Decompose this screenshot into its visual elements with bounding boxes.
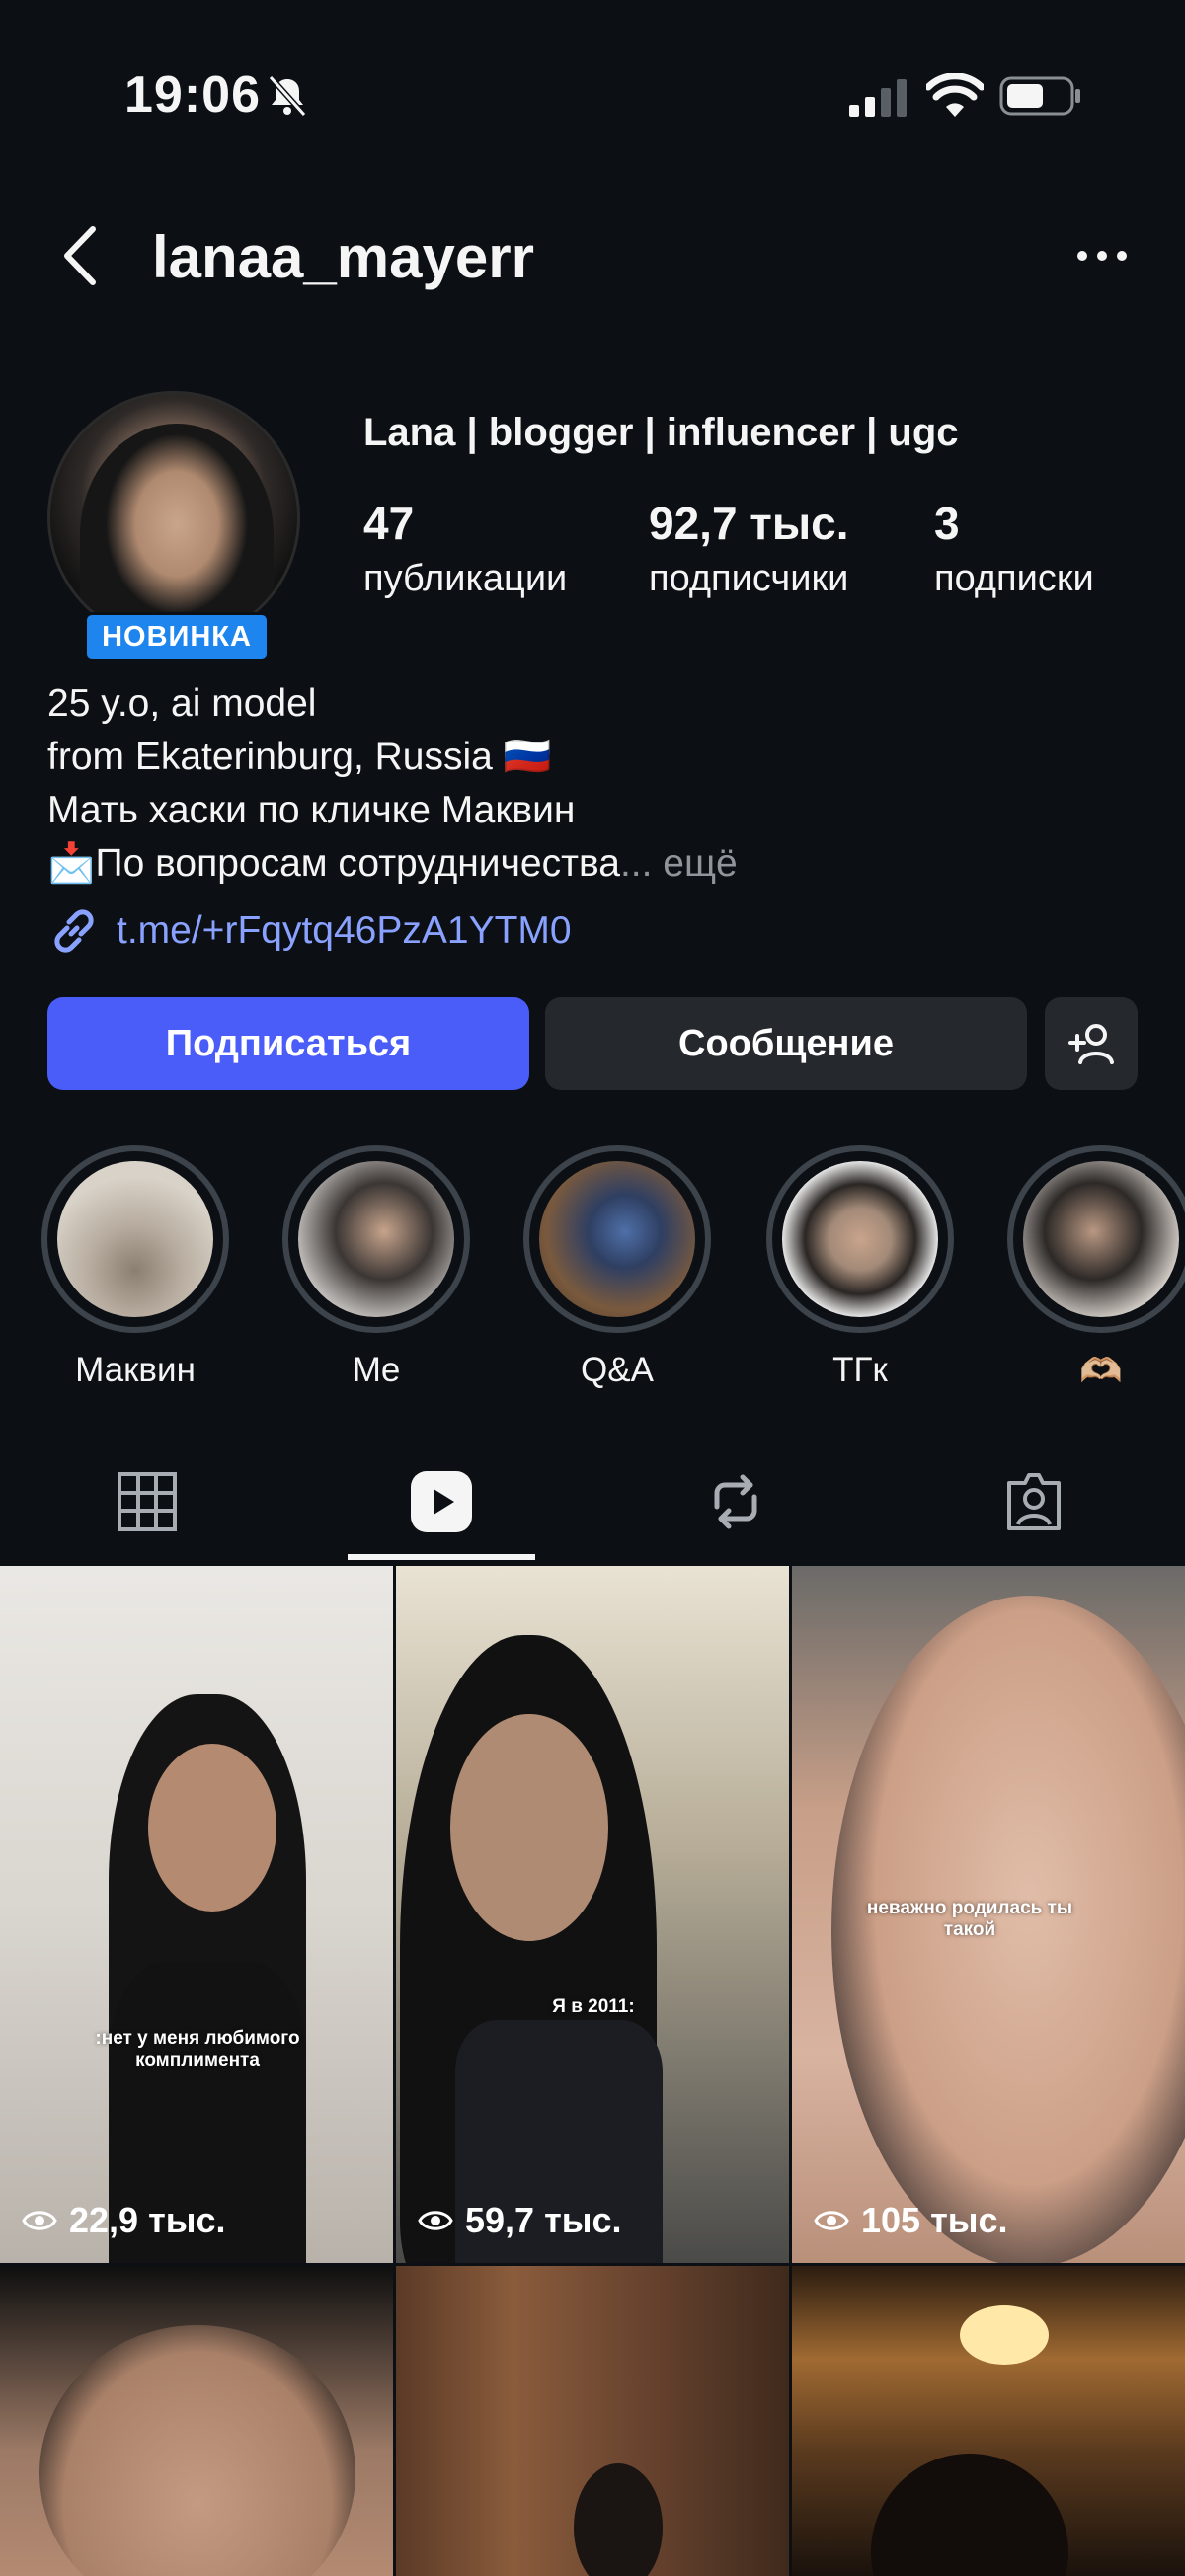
reel-caption: Я в 2011: [552, 1996, 635, 2017]
reel-views: 59,7 тыс. [418, 2200, 621, 2241]
following-count: 3 [934, 498, 960, 549]
reel-views-count: 22,9 тыс. [69, 2200, 226, 2240]
highlight-makvin[interactable]: Маквин [41, 1145, 229, 1390]
highlight-thumbnail [57, 1161, 213, 1317]
profile-username: lanaa_mayerr [152, 224, 534, 290]
battery-icon [999, 76, 1080, 116]
posts-count: 47 [363, 498, 415, 549]
reels-icon[interactable] [409, 1469, 474, 1534]
views-eye-icon [814, 2211, 849, 2230]
posts-label: публикации [363, 558, 568, 599]
bio-line-cooperation: 📩По вопросам сотрудничества... ещё [47, 837, 738, 891]
highlight-qa[interactable]: Q&A [523, 1145, 711, 1390]
reel-caption: :нет у меня любимого комплимента [95, 2028, 300, 2070]
reel-tile[interactable]: неважно родилась ты такой 105 тыс. [792, 1566, 1185, 2263]
link-icon [54, 909, 94, 953]
active-tab-indicator [348, 1554, 535, 1560]
profile-link[interactable]: t.me/+rFqytq46PzA1YTM0 [47, 904, 572, 958]
back-arrow-icon[interactable] [55, 223, 105, 288]
highlight-thumbnail [298, 1161, 454, 1317]
highlight-label: 🫶🏼 [1079, 1352, 1123, 1390]
bio-line: from Ekaterinburg, Russia 🇷🇺 [47, 736, 552, 778]
add-person-icon [1068, 1024, 1114, 1064]
followers-count: 92,7 тыс. [649, 498, 849, 549]
reel-tile[interactable]: :нет у меня любимого комплимента 22,9 ты… [0, 1566, 393, 2263]
highlight-thumbnail [539, 1161, 695, 1317]
new-badge: НОВИНКА [84, 612, 270, 662]
reel-tile[interactable] [396, 2266, 789, 2576]
views-eye-icon [418, 2211, 453, 2230]
display-name: Lana | blogger | influencer | ugc [363, 411, 959, 454]
grid-icon[interactable] [115, 1469, 180, 1534]
message-button[interactable]: Сообщение [545, 997, 1027, 1090]
reel-tile[interactable] [792, 2266, 1185, 2576]
reel-caption: неважно родилась ты такой [866, 1898, 1073, 1940]
cellular-signal-icon [849, 79, 907, 117]
highlight-ring [523, 1145, 711, 1333]
highlight-me[interactable]: Me [282, 1145, 470, 1390]
followers-label: подписчики [649, 558, 849, 599]
bell-muted-icon [268, 74, 307, 117]
highlight-label: Маквин [75, 1351, 196, 1389]
bio-line: Мать хаски по кличке Маквин [47, 789, 576, 831]
bio-line-text: 📩По вопросам сотрудничества [47, 842, 620, 885]
highlight-ring [282, 1145, 470, 1333]
highlight-tgk[interactable]: ТГк [766, 1145, 954, 1390]
more-options-icon[interactable] [1074, 241, 1130, 271]
profile-bio: 25 y.o, ai model from Ekaterinburg, Russ… [47, 677, 738, 891]
bio-more-link[interactable]: ... ещё [620, 842, 738, 885]
reel-views: 105 тыс. [814, 2200, 1007, 2241]
views-eye-icon [22, 2211, 57, 2230]
highlight-thumbnail [1023, 1161, 1179, 1317]
reposts-icon[interactable] [703, 1469, 768, 1534]
highlight-ring [41, 1145, 229, 1333]
reel-views-count: 59,7 тыс. [465, 2200, 622, 2240]
highlight-label: ТГк [832, 1351, 888, 1389]
tagged-icon[interactable] [1001, 1469, 1066, 1534]
highlight-thumbnail [782, 1161, 938, 1317]
highlight-label: Q&A [581, 1351, 654, 1389]
reel-tile[interactable] [0, 2266, 393, 2576]
following-stat[interactable]: 3 подписки [934, 494, 1094, 604]
wifi-icon [926, 73, 984, 117]
following-label: подписки [934, 558, 1094, 599]
profile-avatar[interactable] [47, 391, 300, 644]
highlight-label: Me [352, 1351, 401, 1389]
reel-views-count: 105 тыс. [861, 2200, 1008, 2240]
follow-button[interactable]: Подписаться [47, 997, 529, 1090]
status-time: 19:06 [124, 66, 261, 123]
highlight-ring [766, 1145, 954, 1333]
reel-tile[interactable]: Я в 2011: 59,7 тыс. [396, 1566, 789, 2263]
posts-stat[interactable]: 47 публикации [363, 494, 567, 604]
followers-stat[interactable]: 92,7 тыс. подписчики [649, 494, 849, 604]
highlight-hearts[interactable]: 🫶🏼 [1007, 1145, 1185, 1391]
profile-link-text: t.me/+rFqytq46PzA1YTM0 [117, 909, 572, 952]
suggested-users-button[interactable] [1045, 997, 1138, 1090]
highlight-ring [1007, 1145, 1185, 1333]
bio-line: 25 y.o, ai model [47, 682, 317, 725]
reel-views: 22,9 тыс. [22, 2200, 225, 2241]
